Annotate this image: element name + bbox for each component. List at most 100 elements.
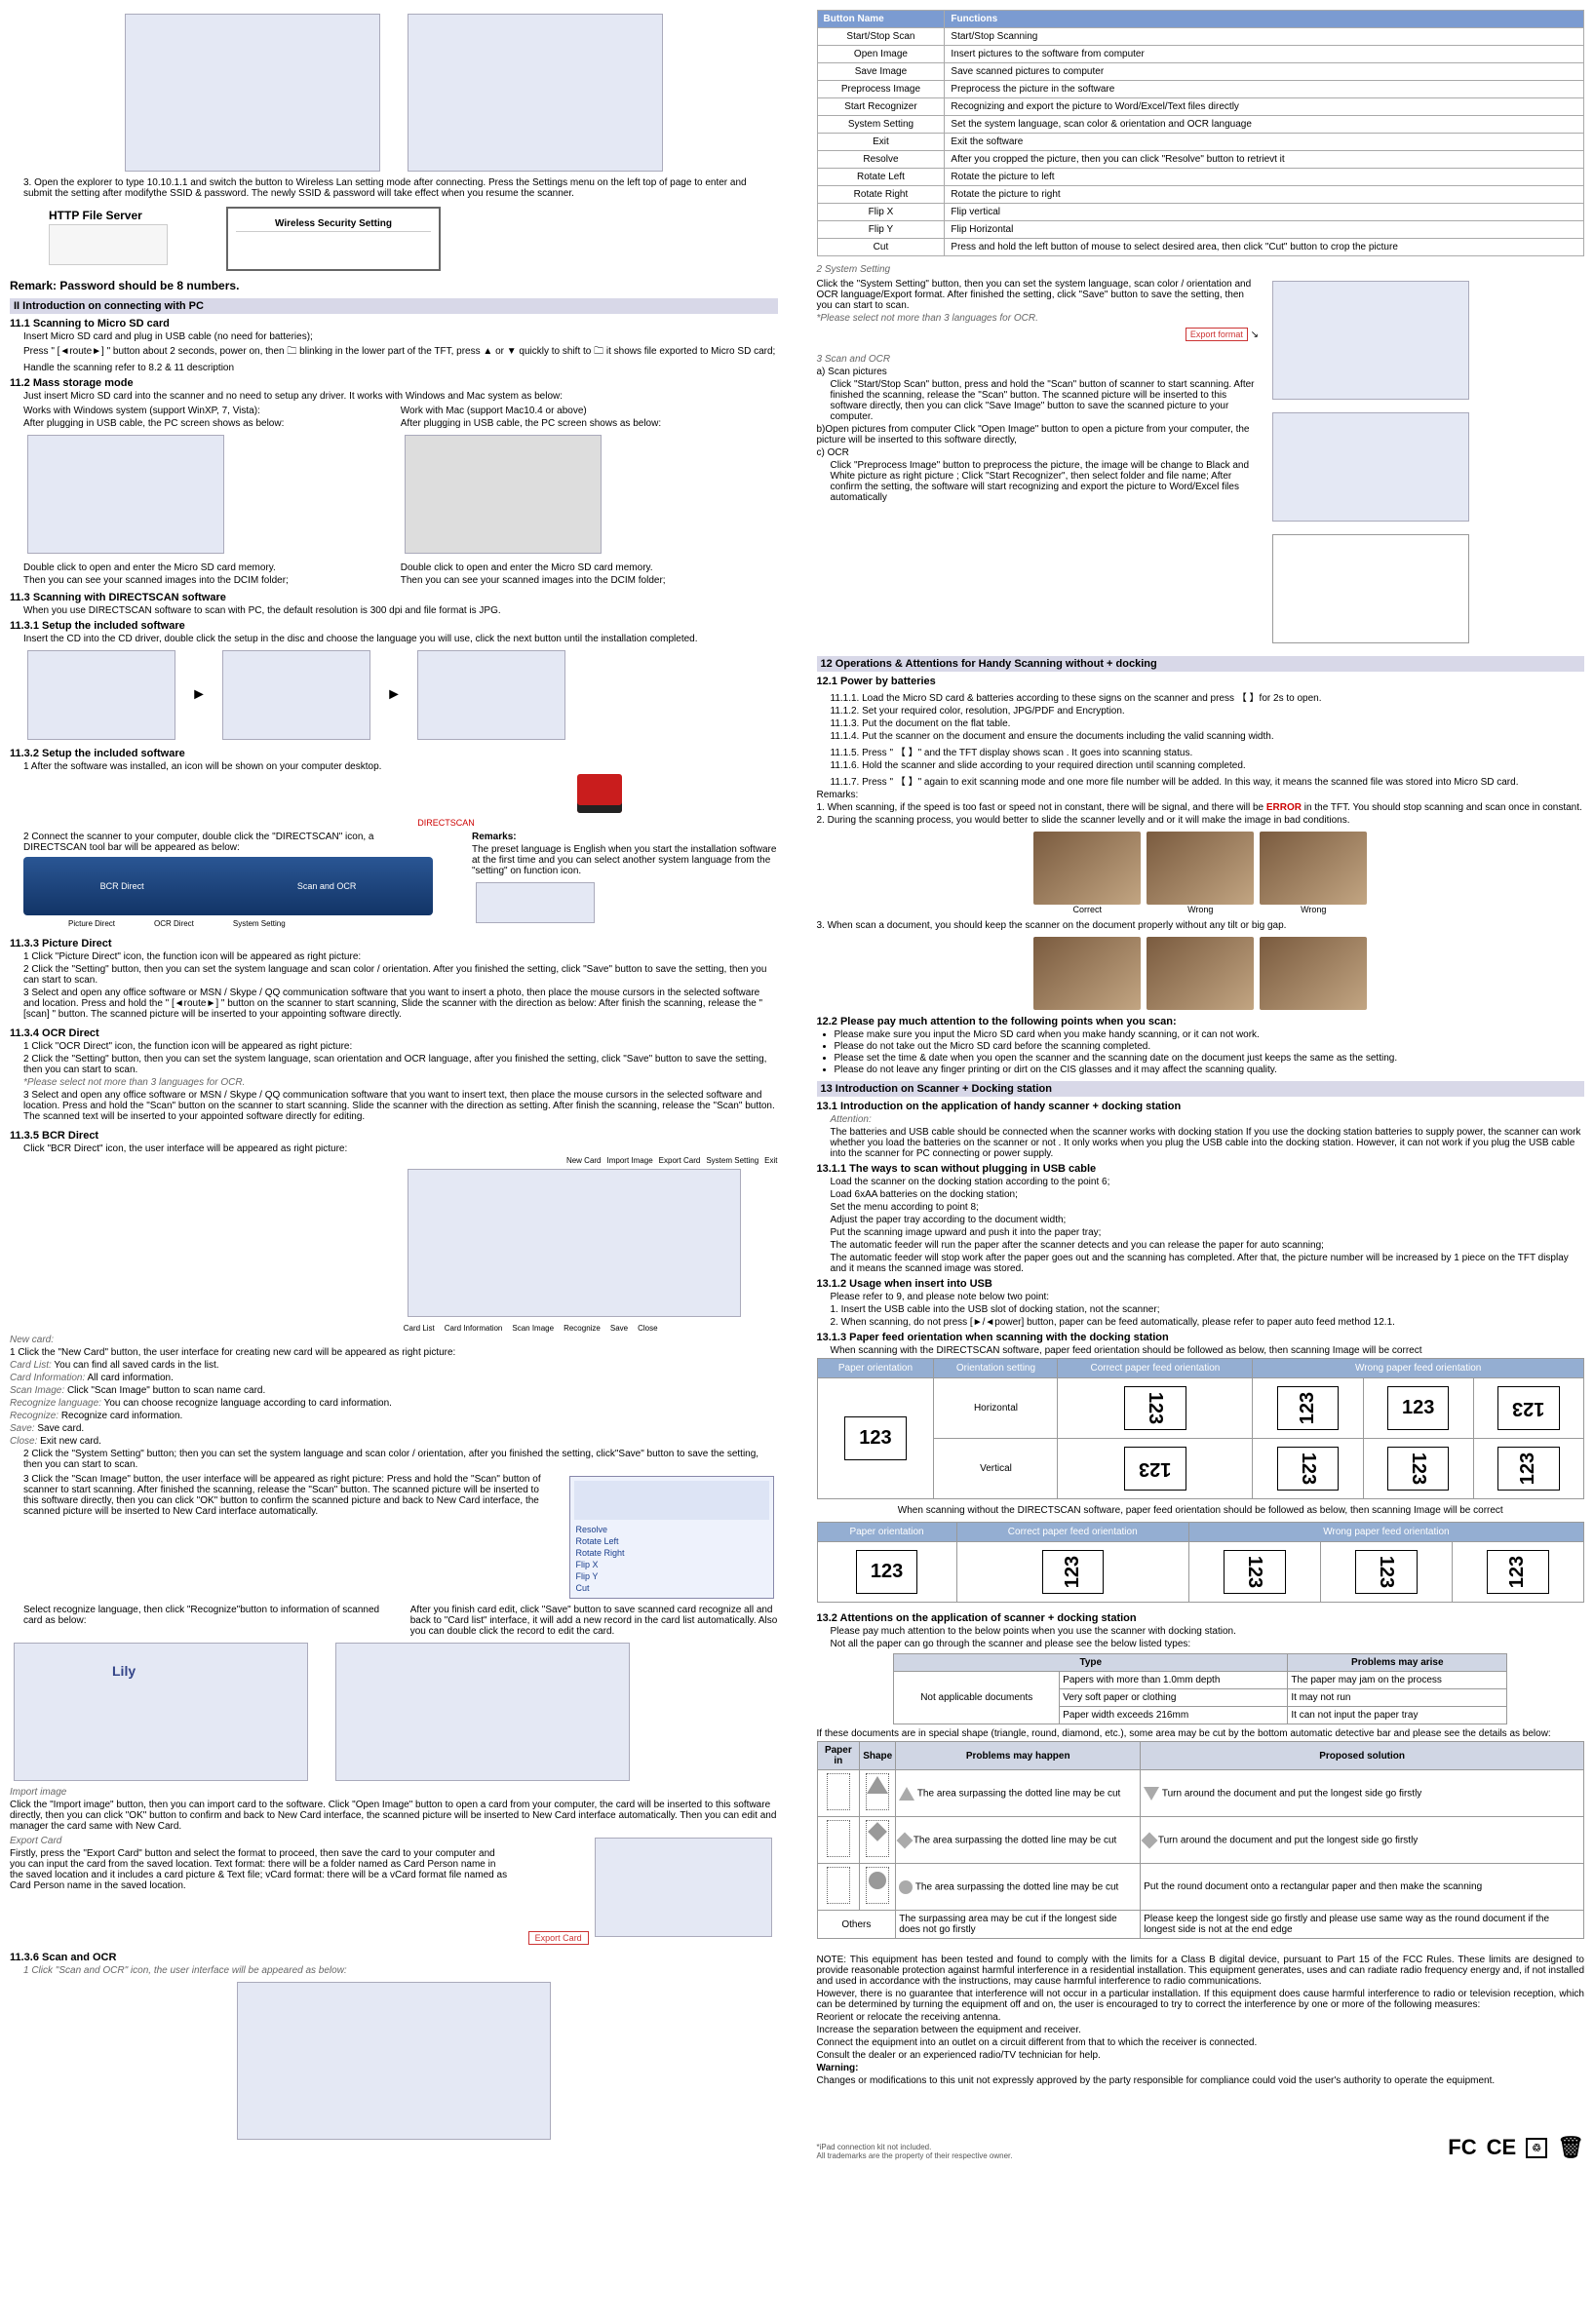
directscan-toolbar: BCR Direct Scan and OCR [23,857,433,915]
p: Please refer to 9, and please note below… [831,1292,1585,1302]
http-file-server: HTTP File Server [49,207,168,265]
p: 1 Click the "New Card" button, the user … [10,1347,778,1358]
num: 123 [1243,1556,1265,1588]
label: Import Image [607,1156,653,1165]
sub-h: Scan Image: [10,1385,64,1396]
list-item: Please set the time & date when you open… [835,1053,1585,1064]
th: Paper orientation [817,1359,934,1378]
p: After plugging in USB cable, the PC scre… [401,418,778,429]
th: Paper orientation [817,1523,956,1542]
screenshot-placeholder [408,1169,741,1317]
sub-h: Import image [10,1787,778,1798]
num: 123 [1062,1556,1084,1588]
screenshot-placeholder [335,1643,630,1781]
shape-icon [827,1867,850,1904]
td: Rotate the picture to left [945,169,1584,186]
h-11-2: 11.2 Mass storage mode [10,377,778,389]
directscan-icon [577,774,622,813]
list-item: Please make sure you input the Micro SD … [835,1029,1585,1040]
label: System Setting [706,1156,758,1165]
h-11-3-2: 11.3.2 Setup the included software [10,748,778,759]
num: 123 [1297,1452,1319,1485]
export-format-label: Export format [1186,328,1248,341]
num: 123 [1144,1392,1166,1424]
p: 2 Click the "System Setting" button; the… [23,1449,778,1470]
num: 123 [1297,1392,1319,1424]
export-card-label: Export Card [528,1931,589,1945]
section-12-bar: 12 Operations & Attentions for Handy Sca… [817,656,1585,672]
td: Flip Horizontal [945,221,1584,239]
list-item: Load 6xAA batteries on the docking stati… [831,1189,1585,1200]
p: 2. When scanning, do not press [►/◄power… [831,1317,1585,1328]
td: Horizontal [934,1378,1058,1439]
p: Connect the equipment into an outlet on … [817,2037,1585,2048]
p: Insert Micro SD card and plug in USB cab… [23,331,778,342]
p: 2. During the scanning process, you woul… [817,815,1585,826]
weee-icon: 🗑 [1557,2135,1584,2160]
triangle-icon [1144,1787,1159,1801]
panel-placeholder [49,224,168,265]
td: Save Image [817,63,945,81]
sub-h: Recognize language: [10,1398,101,1409]
h-13-2: 13.2 Attentions on the application of sc… [817,1612,1585,1624]
h-13-1-1: 13.1.1 The ways to scan without plugging… [817,1163,1585,1175]
list-item: 11.1.5. Press " 【 】" and the TFT display… [831,744,1585,758]
screenshot-placeholder [417,650,565,740]
panel-item: Resolve [574,1524,769,1535]
p: 1 Click "OCR Direct" icon, the function … [23,1041,778,1052]
panel-item: Cut [574,1582,769,1594]
td: The area surpassing the dotted line may … [917,1788,1120,1799]
remarks-h: Remarks: [817,790,1585,800]
label: Picture Direct [68,919,115,928]
td: Recognizing and export the picture to Wo… [945,98,1584,116]
p: The preset language is English when you … [472,844,778,876]
p: Exit new card. [40,1436,101,1447]
warning-h: Warning: [817,2063,1585,2073]
td: The paper may jam on the process [1288,1672,1507,1689]
h-11-1: 11.1 Scanning to Micro SD card [10,318,778,329]
fcc-icon: FC [1448,2135,1476,2160]
sub-h: Save: [10,1423,35,1434]
list-item: Please do not take out the Micro SD card… [835,1041,1585,1052]
label: Scan Image [512,1324,554,1333]
p: Press " [◄route►] " button about 2 secon… [23,344,778,361]
p: a) Scan pictures [817,367,1260,377]
wireless-panel: Wireless Security Setting [226,207,441,271]
section-13-bar: 13 Introduction on Scanner + Docking sta… [817,1081,1585,1097]
h-13-1-3: 13.1.3 Paper feed orientation when scann… [817,1332,1585,1343]
h-11-3-6: 11.3.6 Scan and OCR [10,1952,778,1963]
p: When scanning without the DIRECTSCAN sof… [817,1505,1585,1516]
p: 2 Connect the scanner to your computer, … [23,832,433,853]
td: Very soft paper or clothing [1060,1689,1288,1707]
p: You can choose recognize language accord… [104,1398,392,1409]
label: Card List [404,1324,435,1333]
p: If these documents are in special shape … [817,1728,1585,1739]
td: Start/Stop Scanning [945,28,1584,46]
footnote-line: *iPad connection kit not included. [817,2143,1013,2151]
p: Firstly, press the "Export Card" button … [10,1848,509,1891]
screenshot-placeholder [1272,281,1469,400]
h-11-3-4: 11.3.4 OCR Direct [10,1027,778,1039]
num: 123 [844,1416,906,1460]
h-12-2: 12.2 Please pay much attention to the fo… [817,1016,1585,1027]
shape-icon [827,1820,850,1857]
newcard-h: New card: [10,1335,778,1345]
td: Put the round document onto a rectangula… [1141,1864,1584,1911]
screenshot-placeholder [1272,534,1469,643]
right-column: Button NameFunctions Start/Stop ScanStar… [817,10,1585,2160]
sub-h: Card List: [10,1360,52,1371]
fcc-note: However, there is no guarantee that inte… [817,1989,1585,2010]
orientation-table-1: Paper orientation Orientation setting Co… [817,1358,1585,1499]
p: Click the "System Setting" button, then … [817,279,1260,311]
example-photo [1033,832,1141,905]
th: Paper in [817,1742,860,1770]
label: Exit [764,1156,777,1165]
example-photo [1033,937,1141,1010]
toolbar-item: BCR Direct [100,881,144,891]
p: c) OCR [817,447,1260,458]
td: Flip X [817,204,945,221]
p: Click "Preprocess Image" button to prepr… [831,460,1260,503]
list-item: 11.1.2. Set your required color, resolut… [831,706,1585,717]
diamond-icon [866,1820,889,1857]
num: 123 [1517,1452,1539,1485]
